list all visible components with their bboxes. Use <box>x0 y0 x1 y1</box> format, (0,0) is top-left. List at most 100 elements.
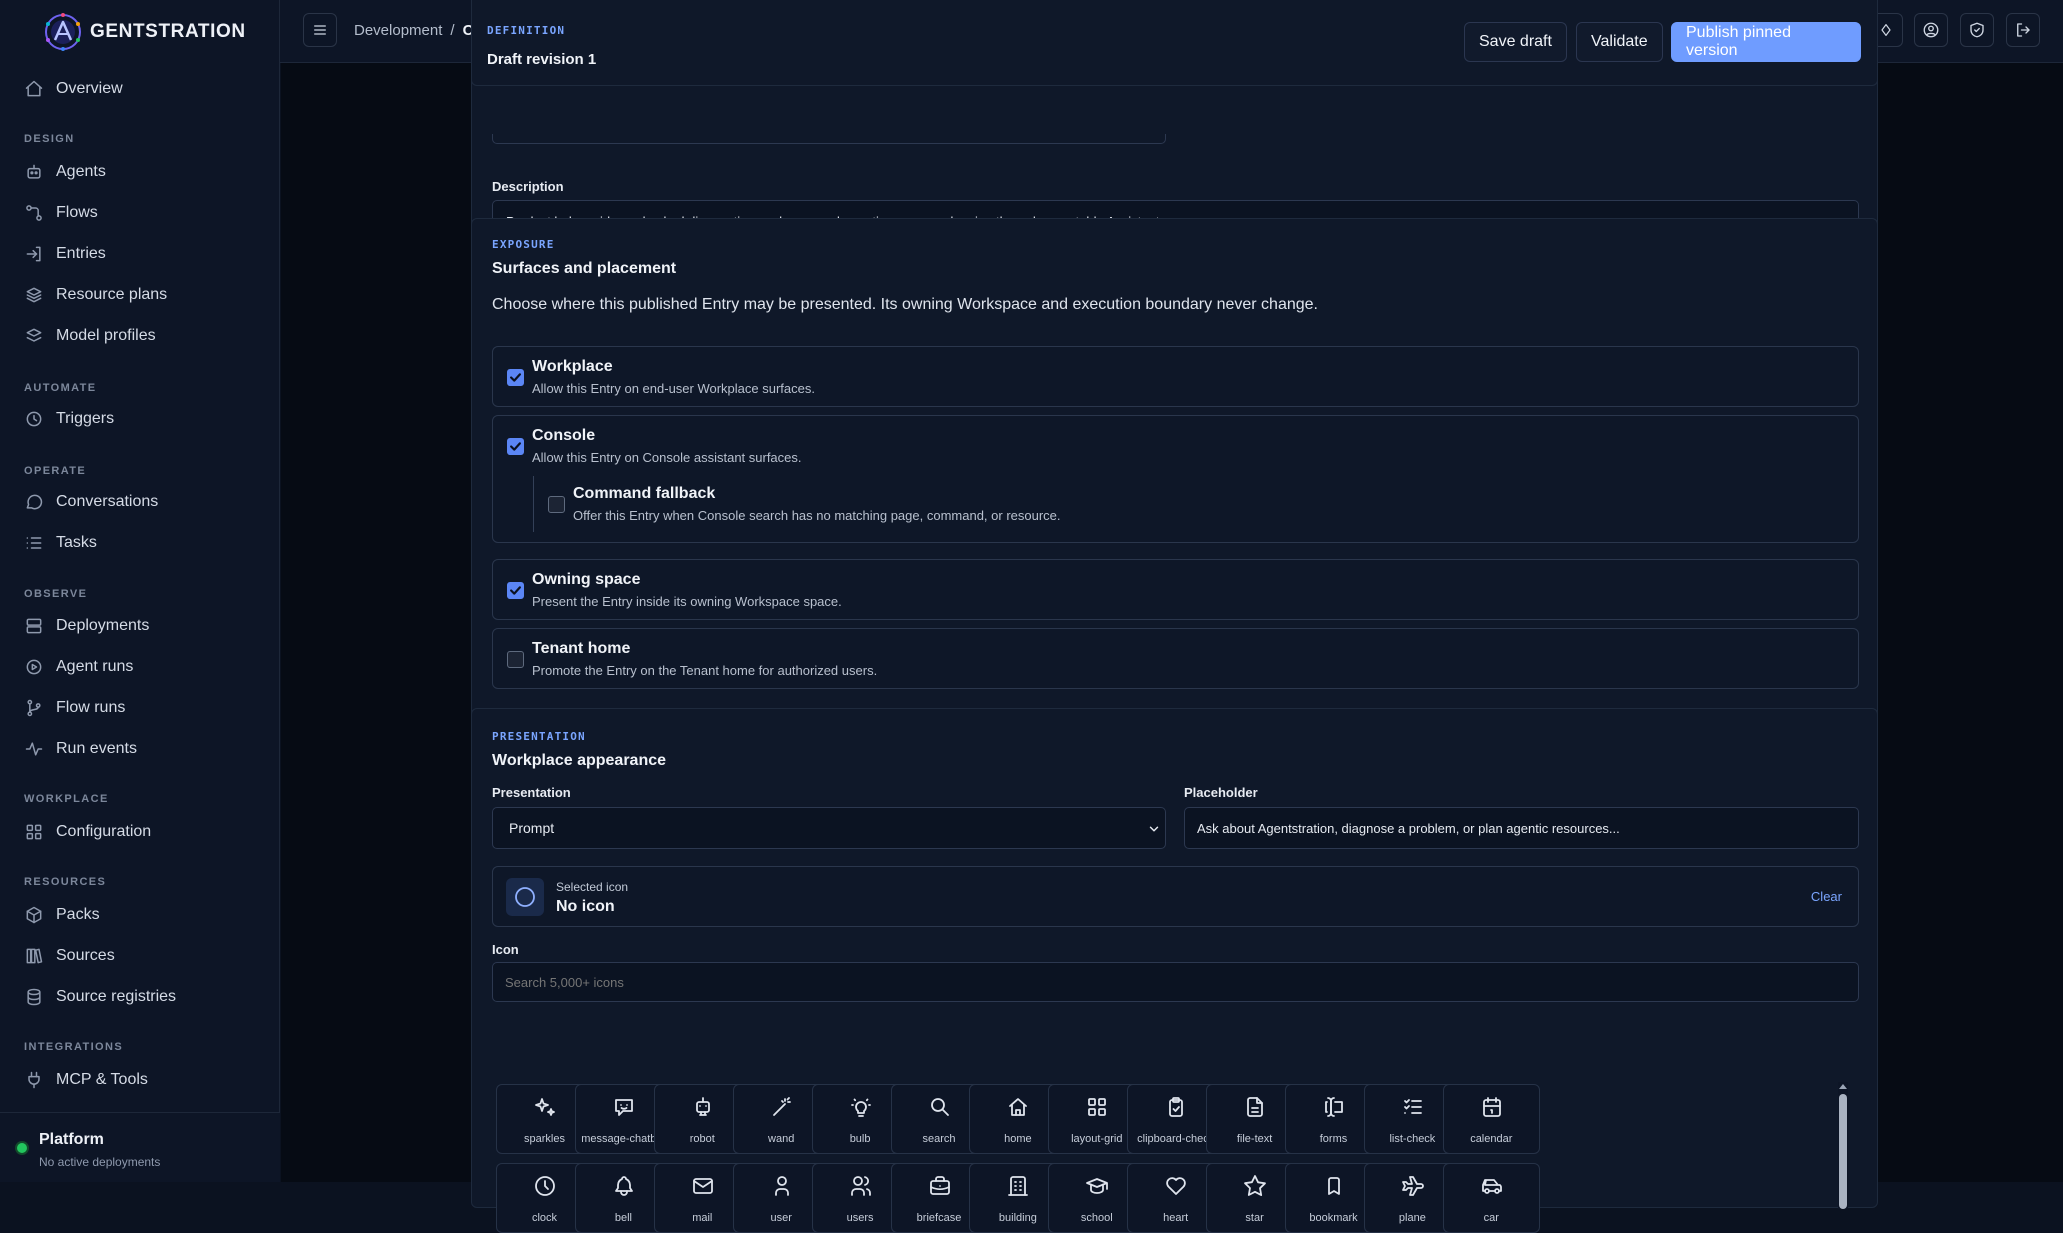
home-icon <box>24 79 44 99</box>
school-icon <box>1085 1174 1109 1198</box>
sidebar-item-triggers[interactable]: Triggers <box>24 402 114 436</box>
sidebar-section-workplace: WORKPLACE <box>24 793 109 805</box>
tenant-home-checkbox[interactable] <box>507 651 524 668</box>
sidebar-item-deployments[interactable]: Deployments <box>24 609 149 643</box>
console-title: Console <box>532 427 595 445</box>
workplace-title: Workplace <box>532 358 613 376</box>
stack-icon <box>24 285 44 305</box>
selected-icon-caption: Selected icon <box>556 880 628 894</box>
sidebar-item-label: Entries <box>56 245 106 263</box>
exposure-eyebrow: EXPOSURE <box>492 238 555 251</box>
nested-divider <box>533 476 534 532</box>
platform-status[interactable]: Platform No active deployments <box>0 1112 280 1182</box>
sidebar-item-tasks[interactable]: Tasks <box>24 526 97 560</box>
name-field[interactable] <box>492 134 1166 144</box>
sidebar-item-flows[interactable]: Flows <box>24 196 98 230</box>
presentation-select-value: Prompt <box>509 820 554 836</box>
star-icon <box>1243 1174 1267 1198</box>
sparkles-icon <box>533 1095 557 1119</box>
tenant-home-option[interactable]: Tenant home Promote the Entry on the Ten… <box>492 628 1859 689</box>
clear-icon-button[interactable]: Clear <box>1811 889 1842 904</box>
clipboard-check-icon <box>1164 1095 1188 1119</box>
activity-icon <box>24 739 44 759</box>
robot-icon <box>24 162 44 182</box>
check-icon <box>508 583 523 598</box>
sidebar-item-sources[interactable]: Sources <box>24 939 115 973</box>
owning-space-option[interactable]: Owning space Present the Entry inside it… <box>492 559 1859 620</box>
sidebar-item-mcp-tools[interactable]: MCP & Tools <box>24 1063 148 1097</box>
platform-name: Platform <box>39 1131 104 1149</box>
bookmark-icon <box>1322 1174 1346 1198</box>
sidebar-item-label: Tasks <box>56 534 97 552</box>
database-icon <box>24 987 44 1007</box>
icon-grid-scrollbar[interactable] <box>1838 1082 1848 1209</box>
clock-icon <box>24 409 44 429</box>
scrollbar-thumb[interactable] <box>1839 1094 1847 1209</box>
validate-button[interactable]: Validate <box>1576 22 1663 62</box>
presentation-select[interactable]: Prompt <box>492 807 1166 849</box>
login-icon <box>24 244 44 264</box>
chevron-down-icon <box>1147 822 1161 836</box>
sidebar-item-model-profiles[interactable]: Model profiles <box>24 319 156 353</box>
mail-icon <box>691 1174 715 1198</box>
logout-icon <box>2014 21 2032 39</box>
sidebar-item-source-registries[interactable]: Source registries <box>24 980 176 1014</box>
user-icon <box>770 1174 794 1198</box>
tenant-home-title: Tenant home <box>532 640 630 658</box>
save-draft-button[interactable]: Save draft <box>1464 22 1567 62</box>
sidebar-item-label: Sources <box>56 947 115 965</box>
definition-header: DEFINITION Draft revision 1 Save draft V… <box>471 0 1878 86</box>
bulb-icon <box>849 1095 873 1119</box>
workplace-checkbox[interactable] <box>507 369 524 386</box>
selected-icon-card: Selected icon No icon Clear <box>492 866 1859 927</box>
menu-button[interactable] <box>303 13 337 47</box>
presentation-eyebrow: PRESENTATION <box>492 730 586 743</box>
layout-grid-icon <box>1085 1095 1109 1119</box>
breadcrumb: Development / Co <box>354 22 483 39</box>
message-circle-icon <box>24 492 44 512</box>
icon-tile-car[interactable]: car <box>1443 1163 1540 1233</box>
sidebar-item-overview[interactable]: Overview <box>24 72 123 106</box>
breadcrumb-development[interactable]: Development <box>354 22 442 39</box>
publish-button[interactable]: Publish pinned version <box>1671 22 1861 62</box>
command-fallback-checkbox[interactable] <box>548 496 565 513</box>
sidebar-item-agent-runs[interactable]: Agent runs <box>24 650 133 684</box>
console-checkbox[interactable] <box>507 438 524 455</box>
sidebar-item-agents[interactable]: Agents <box>24 155 106 189</box>
icon-tile-label: calendar <box>1444 1133 1539 1145</box>
git-branch-icon <box>24 698 44 718</box>
workplace-option[interactable]: Workplace Allow this Entry on end-user W… <box>492 346 1859 407</box>
sidebar-section-observe: OBSERVE <box>24 588 87 600</box>
sidebar-item-conversations[interactable]: Conversations <box>24 485 158 519</box>
sidebar-section-automate: AUTOMATE <box>24 382 97 394</box>
exposure-intro: Choose where this published Entry may be… <box>492 296 1318 314</box>
sidebar-item-run-events[interactable]: Run events <box>24 732 137 766</box>
forms-icon <box>1322 1095 1346 1119</box>
sidebar-item-packs[interactable]: Packs <box>24 898 100 932</box>
icon-search-input[interactable] <box>492 962 1859 1002</box>
logout-button[interactable] <box>2006 13 2040 47</box>
console-option[interactable]: Console Allow this Entry on Console assi… <box>492 415 1859 543</box>
presentation-panel: PRESENTATION Workplace appearance Presen… <box>471 708 1878 1208</box>
sidebar-item-resource-plans[interactable]: Resource plans <box>24 278 167 312</box>
profile-button[interactable] <box>1914 13 1948 47</box>
server-icon <box>24 616 44 636</box>
check-icon <box>508 370 523 385</box>
sidebar-item-flow-runs[interactable]: Flow runs <box>24 691 125 725</box>
security-button[interactable] <box>1960 13 1994 47</box>
calendar-icon <box>1480 1095 1504 1119</box>
icon-tile-calendar[interactable]: calendar <box>1443 1084 1540 1154</box>
icon-label: Icon <box>492 942 519 957</box>
sidebar-item-label: Flow runs <box>56 699 125 717</box>
list-icon <box>24 533 44 553</box>
breadcrumb-separator: / <box>450 22 454 39</box>
sidebar-item-entries[interactable]: Entries <box>24 237 106 271</box>
command-fallback-desc: Offer this Entry when Console search has… <box>573 508 1061 523</box>
sidebar-item-label: Agent runs <box>56 658 133 676</box>
brand-logo[interactable]: GENTSTRATION <box>42 12 246 52</box>
placeholder-label: Placeholder <box>1184 785 1258 800</box>
briefcase-icon <box>928 1174 952 1198</box>
sidebar-item-configuration[interactable]: Configuration <box>24 815 151 849</box>
placeholder-input[interactable]: Ask about Agentstration, diagnose a prob… <box>1184 807 1859 849</box>
owning-space-checkbox[interactable] <box>507 582 524 599</box>
